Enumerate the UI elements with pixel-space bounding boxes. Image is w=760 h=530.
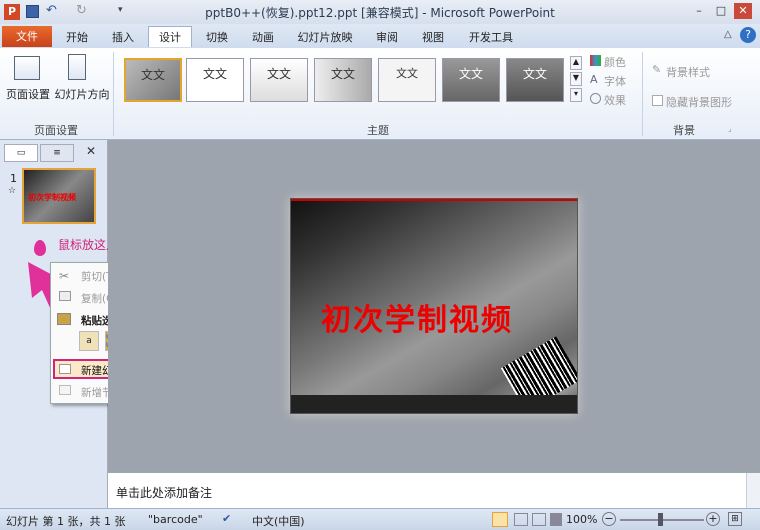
themes-group-label: 主题 — [367, 124, 389, 137]
status-language[interactable]: 中文(中国) — [252, 513, 305, 529]
hide-background-label: 隐藏背景图形 — [666, 96, 732, 109]
theme-scroll-up-icon[interactable]: ▲ — [570, 56, 582, 70]
theme-scroll-down-icon[interactable]: ▼ — [570, 72, 582, 86]
background-group-label: 背景 — [673, 124, 695, 137]
theme-fonts-button[interactable]: 字体 — [604, 73, 626, 89]
close-panel-icon[interactable]: ✕ — [86, 144, 96, 158]
theme-thumbnail[interactable]: 文文 — [506, 58, 564, 102]
zoom-in-button[interactable]: + — [706, 512, 720, 526]
zoom-slider-thumb[interactable] — [658, 513, 663, 526]
slide-number: 1 — [10, 172, 17, 185]
tab-insert[interactable]: 插入 — [102, 27, 144, 48]
theme-thumbnail[interactable]: 文文 — [378, 58, 436, 102]
fonts-icon: A — [590, 73, 598, 86]
cursor-drop-icon — [34, 240, 46, 256]
theme-thumbnail[interactable]: 文文 — [314, 58, 372, 102]
notes-pane: 单击此处添加备注 — [108, 472, 760, 509]
new-section-icon — [59, 385, 71, 395]
slides-tab[interactable]: ▭ — [4, 144, 38, 162]
theme-effects-button[interactable]: 效果 — [604, 92, 626, 108]
tab-animations[interactable]: 动画 — [242, 27, 284, 48]
zoom-out-button[interactable]: − — [602, 512, 616, 526]
colors-icon — [590, 55, 601, 66]
theme-thumbnail[interactable]: 文文 — [124, 58, 182, 102]
slide-orientation-icon — [68, 54, 86, 80]
minimize-button[interactable]: – — [690, 3, 708, 19]
status-theme-name: "barcode" — [148, 513, 203, 526]
background-styles-icon: ✎ — [652, 63, 662, 76]
theme-colors-button[interactable]: 颜色 — [604, 54, 626, 70]
status-bar: 幻灯片 第 1 张，共 1 张 "barcode" ✔ 中文(中国) 100% … — [0, 508, 760, 530]
status-zoom-level[interactable]: 100% — [566, 513, 597, 526]
page-setup-icon — [14, 56, 40, 80]
window-title: pptB0++(恢复).ppt12.ppt [兼容模式] - Microsoft… — [205, 6, 555, 20]
paste-keep-source-button[interactable]: a — [79, 331, 99, 351]
tab-slideshow[interactable]: 幻灯片放映 — [290, 27, 360, 48]
thumbnail-title: 初次学制视频 — [28, 193, 76, 202]
notes-scrollbar[interactable] — [746, 473, 760, 509]
page-setup-group-label: 页面设置 — [34, 124, 78, 137]
close-button[interactable]: ✕ — [734, 3, 752, 19]
outline-tab[interactable]: ≡ — [40, 144, 74, 162]
tab-home[interactable]: 开始 — [56, 27, 98, 48]
group-separator — [642, 52, 643, 136]
help-icon[interactable]: ? — [740, 27, 756, 43]
tab-review[interactable]: 审阅 — [366, 27, 408, 48]
slide-sorter-view-icon[interactable] — [514, 513, 528, 526]
slide-title[interactable]: 初次学制视频 — [321, 295, 513, 339]
title-bar: P ↶ ↻ ▾ pptB0++(恢复).ppt12.ppt [兼容模式] - M… — [0, 0, 760, 24]
page-setup-button[interactable]: 页面设置 — [4, 86, 52, 102]
spellcheck-icon[interactable]: ✔ — [222, 512, 231, 525]
fit-to-window-icon[interactable]: ⊞ — [728, 512, 742, 526]
tab-view[interactable]: 视图 — [412, 27, 454, 48]
maximize-button[interactable]: □ — [712, 3, 730, 19]
theme-thumbnail[interactable]: 文文 — [250, 58, 308, 102]
hide-background-checkbox[interactable] — [652, 95, 663, 106]
effects-icon — [590, 93, 601, 104]
background-styles-button[interactable]: 背景样式 — [666, 64, 710, 80]
normal-view-icon[interactable] — [492, 512, 508, 527]
dialog-launcher-icon[interactable]: ⌟ — [728, 124, 732, 133]
tab-transitions[interactable]: 切换 — [196, 27, 238, 48]
tab-file[interactable]: 文件 — [2, 26, 52, 47]
slide-top-line — [291, 199, 577, 201]
slide-canvas[interactable]: 初次学制视频 — [290, 198, 578, 414]
slide-bottom-bar — [291, 395, 577, 413]
star-icon: ☆ — [8, 186, 17, 196]
paste-icon — [57, 313, 71, 325]
slideshow-view-icon[interactable] — [550, 513, 562, 526]
theme-more-icon[interactable]: ▾ — [570, 88, 582, 102]
tab-design[interactable]: 设计 — [148, 26, 192, 47]
new-slide-icon — [59, 364, 71, 374]
cut-icon: ✂ — [59, 269, 70, 283]
theme-thumbnail[interactable]: 文文 — [186, 58, 244, 102]
notes-placeholder[interactable]: 单击此处添加备注 — [116, 484, 212, 501]
slide-thumbnail[interactable]: 初次学制视频 — [22, 168, 96, 224]
reading-view-icon[interactable] — [532, 513, 546, 526]
tab-developer[interactable]: 开发工具 — [460, 27, 522, 48]
theme-thumbnail[interactable]: 文文 — [442, 58, 500, 102]
status-slide-count: 幻灯片 第 1 张，共 1 张 — [6, 515, 126, 528]
copy-icon — [59, 291, 71, 301]
slide-orientation-button[interactable]: 幻灯片方向 — [54, 86, 110, 102]
ribbon-minimize-icon[interactable]: △ — [724, 29, 732, 40]
